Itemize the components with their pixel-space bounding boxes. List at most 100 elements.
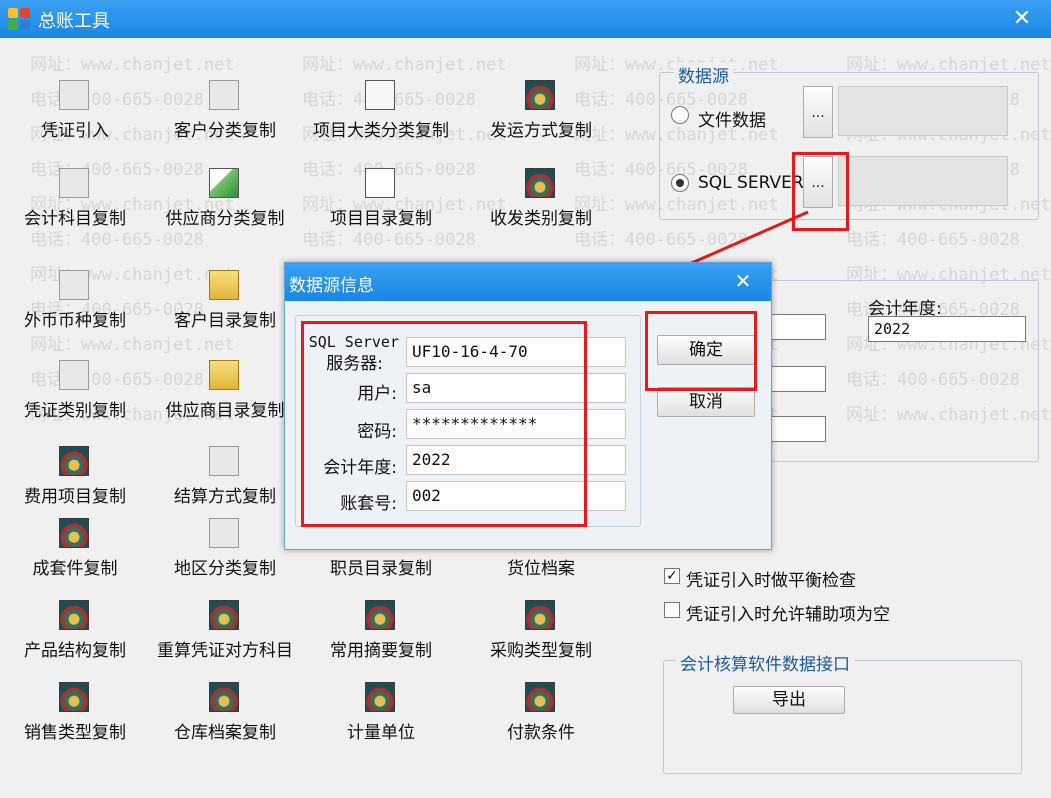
tool-item[interactable]: 供应商目录复制 — [150, 360, 300, 430]
sql-path-box — [838, 156, 1008, 206]
film-reel-icon — [59, 600, 89, 630]
tool-item[interactable]: 采购类型复制 — [466, 600, 616, 670]
tool-label: 结算方式复制 — [174, 487, 276, 507]
tool-label: 付款条件 — [507, 723, 575, 743]
tool-item[interactable]: 供应商分类复制 — [150, 168, 300, 238]
film-reel-icon — [59, 446, 89, 476]
file-data-label: 文件数据 — [698, 111, 766, 131]
allow-empty-aux-label: 凭证引入时允许辅助项为空 — [686, 605, 890, 625]
window-title: 总账工具 — [38, 11, 110, 32]
tool-item[interactable]: 客户分类复制 — [150, 80, 300, 150]
blank-icon — [59, 80, 89, 110]
film-reel-icon — [365, 682, 395, 712]
window-close-button[interactable]: ✕ — [1008, 6, 1036, 32]
tool-label: 仓库档案复制 — [174, 723, 276, 743]
film-reel-icon — [365, 600, 395, 630]
blank-icon — [59, 360, 89, 390]
tool-item[interactable]: 凭证类别复制 — [0, 360, 150, 430]
tool-item[interactable]: 重算凭证对方科目 — [150, 600, 300, 670]
tool-item[interactable]: 客户目录复制 — [150, 270, 300, 340]
file-data-radio[interactable] — [671, 106, 689, 124]
tool-label: 成套件复制 — [32, 559, 118, 579]
tool-item[interactable]: 凭证引入 — [0, 80, 150, 150]
data-source-legend: 数据源 — [674, 62, 733, 87]
sql-server-label: SQL SERVER — [698, 173, 804, 193]
tool-label: 常用摘要复制 — [330, 641, 432, 661]
tool-item[interactable]: 地区分类复制 — [150, 518, 300, 588]
tool-item[interactable]: 结算方式复制 — [150, 446, 300, 516]
tool-label: 会计科目复制 — [24, 209, 126, 229]
fiscal-year-input[interactable]: 2022 — [868, 316, 1026, 342]
document-icon — [365, 80, 395, 110]
blank-icon — [209, 446, 239, 476]
folder-icon — [209, 360, 239, 390]
tool-item[interactable]: 仓库档案复制 — [150, 682, 300, 752]
dialog-close-button[interactable]: ✕ — [731, 269, 755, 293]
balance-check-label: 凭证引入时做平衡检查 — [686, 571, 856, 591]
film-reel-icon — [59, 518, 89, 548]
tool-item[interactable]: 销售类型复制 — [0, 682, 150, 752]
interface-legend: 会计核算软件数据接口 — [676, 650, 854, 675]
balance-check-checkbox[interactable]: ✓ — [664, 568, 680, 584]
blank-icon — [209, 80, 239, 110]
tool-label: 计量单位 — [347, 723, 415, 743]
tool-label: 外币币种复制 — [24, 311, 126, 331]
export-button[interactable]: 导出 — [733, 686, 845, 714]
allow-empty-aux-checkbox[interactable] — [664, 602, 680, 618]
tool-item[interactable]: 项目目录复制 — [306, 168, 456, 238]
film-reel-icon — [525, 80, 555, 110]
file-path-box — [838, 86, 1008, 136]
film-reel-icon — [525, 600, 555, 630]
folder-icon — [209, 270, 239, 300]
tool-item[interactable]: 收发类别复制 — [466, 168, 616, 238]
blank-icon — [59, 168, 89, 198]
tool-label: 发运方式复制 — [490, 121, 592, 141]
hidden-field-1[interactable] — [768, 314, 826, 340]
file-browse-button[interactable]: ... — [803, 86, 833, 138]
tool-item[interactable]: 项目大类分类复制 — [306, 80, 456, 150]
tool-item[interactable]: 计量单位 — [306, 682, 456, 752]
film-reel-icon — [209, 682, 239, 712]
title-bar: 总账工具 ✕ — [0, 0, 1051, 38]
tool-label: 项目大类分类复制 — [313, 121, 449, 141]
tool-item[interactable]: 付款条件 — [466, 682, 616, 752]
hidden-field-2[interactable] — [768, 366, 826, 392]
highlight-sql-browse — [792, 152, 849, 231]
tool-item[interactable]: 会计科目复制 — [0, 168, 150, 238]
tool-label: 销售类型复制 — [24, 723, 126, 743]
tool-label: 收发类别复制 — [490, 209, 592, 229]
menu-icon — [365, 168, 395, 198]
watermark-text: 网址：www.chanjet.net — [30, 55, 235, 75]
tool-item[interactable]: 费用项目复制 — [0, 446, 150, 516]
highlight-fields — [301, 321, 587, 527]
tool-label: 货位档案 — [507, 559, 575, 579]
tool-item[interactable]: 外币币种复制 — [0, 270, 150, 340]
data-source-dialog: 数据源信息 ✕ SQL Server 服务器: UF10-16-4-70 用户:… — [284, 262, 772, 550]
tool-item[interactable]: 常用摘要复制 — [306, 600, 456, 670]
blank-icon — [59, 270, 89, 300]
film-reel-icon — [525, 168, 555, 198]
cancel-button[interactable]: 取消 — [657, 387, 755, 417]
tool-label: 凭证类别复制 — [24, 401, 126, 421]
tool-label: 职员目录复制 — [330, 559, 432, 579]
tool-item[interactable]: 发运方式复制 — [466, 80, 616, 150]
hidden-field-3[interactable] — [768, 416, 826, 442]
main-window: 总账工具 ✕ 网址：www.chanjet.net 网址：www.chanjet.… — [0, 0, 1051, 798]
tool-label: 客户目录复制 — [174, 311, 276, 331]
tool-label: 供应商分类复制 — [165, 209, 285, 229]
tool-label: 重算凭证对方科目 — [157, 641, 293, 661]
chart-icon — [209, 168, 239, 198]
highlight-ok — [645, 311, 757, 391]
tool-item[interactable]: 产品结构复制 — [0, 600, 150, 670]
film-reel-icon — [59, 682, 89, 712]
tool-label: 项目目录复制 — [330, 209, 432, 229]
sql-server-radio[interactable] — [671, 174, 689, 192]
tool-label: 费用项目复制 — [24, 487, 126, 507]
dialog-title-bar: 数据源信息 ✕ — [285, 263, 771, 301]
watermark-text: 网址：www.chanjet.net — [302, 55, 507, 75]
film-reel-icon — [209, 600, 239, 630]
tool-label: 供应商目录复制 — [165, 401, 285, 421]
tool-item[interactable]: 成套件复制 — [0, 518, 150, 588]
dialog-title: 数据源信息 — [289, 276, 374, 296]
tool-label: 凭证引入 — [41, 121, 109, 141]
